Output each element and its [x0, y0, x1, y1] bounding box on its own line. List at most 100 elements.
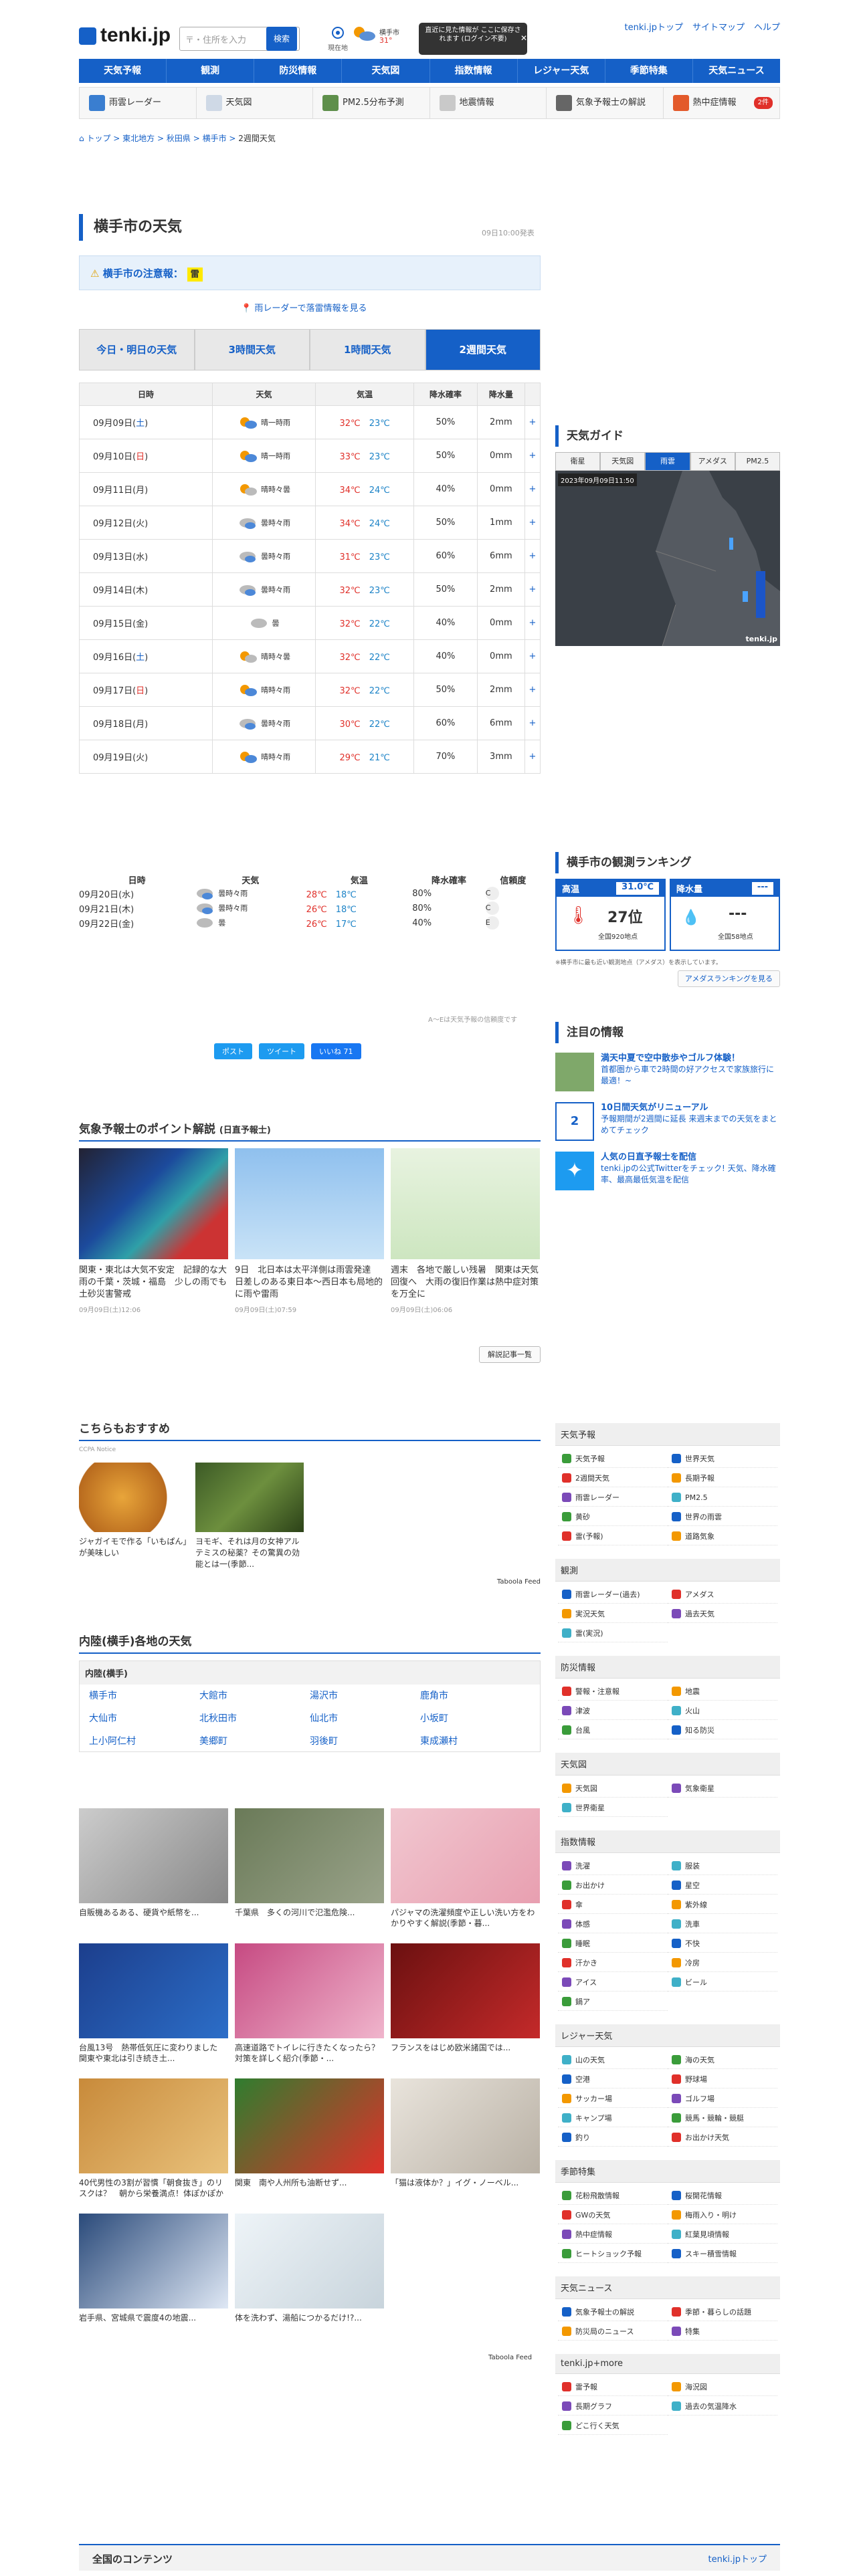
nav-index[interactable]: 指数情報 [430, 59, 518, 83]
nav-disaster[interactable]: 防災情報 [254, 59, 343, 83]
right-nav-item[interactable]: 2週間天気 [558, 1469, 668, 1487]
forecast-row[interactable]: 09月10日(日) 晴一時雨 33℃ 23℃ 50% 0mm + [79, 439, 541, 473]
right-nav-item[interactable]: 警報・注意報 [558, 1683, 668, 1701]
right-nav-item[interactable]: 冷房 [668, 1954, 777, 1972]
link-top[interactable]: tenki.jpトップ [624, 23, 682, 33]
right-nav-item[interactable]: 世界天気 [668, 1450, 777, 1468]
right-nav-item[interactable]: 桜開花情報 [668, 2187, 777, 2205]
ranking-high[interactable]: 高温 31.0℃ 🌡 27位 全国920地点 [555, 879, 666, 951]
expand-icon[interactable]: + [524, 639, 541, 673]
post-button[interactable]: ポスト [214, 1043, 252, 1059]
right-nav-item[interactable]: 地震 [668, 1683, 777, 1701]
right-nav-item[interactable]: アイス [558, 1973, 668, 1992]
expand-icon[interactable]: + [524, 506, 541, 540]
notice-item[interactable]: 2 10日間天気がリニューアル 予報期間が2週間に延長 来週末までの天気をまとめてチ… [555, 1102, 780, 1141]
right-nav-item[interactable]: 山の天気 [558, 2051, 668, 2069]
ranking-rain[interactable]: 降水量 --- 💧 --- 全国58地点 [670, 879, 780, 951]
nav-observation[interactable]: 観測 [167, 59, 255, 83]
forecast-row[interactable]: 09月17日(日) 晴時々雨 32℃ 22℃ 50% 2mm + [79, 673, 541, 707]
expand-icon[interactable]: + [524, 439, 541, 473]
forecast-row[interactable]: 09月14日(木) 曇時々雨 32℃ 23℃ 50% 2mm + [79, 572, 541, 607]
forecast-row[interactable]: 09月15日(金) 曇 32℃ 22℃ 40% 0mm + [79, 606, 541, 640]
right-nav-item[interactable]: 雷予報 [558, 2378, 668, 2396]
ccpa-notice[interactable]: CCPA Notice [79, 1446, 541, 1453]
recommend-card[interactable]: ジャガイモで作る「いもぱん」が美味しい [79, 1463, 187, 1570]
breadcrumb-yokote[interactable]: 横手市 [203, 134, 227, 143]
guide-tab-pm25[interactable]: PM2.5 [735, 452, 781, 471]
right-nav-item[interactable]: 梅雨入り・明け [668, 2206, 777, 2224]
recent-weather[interactable]: 横手市 31° [350, 24, 410, 51]
right-nav-item[interactable]: 実況天気 [558, 1605, 668, 1623]
right-nav-item[interactable]: 熱中症情報 [558, 2226, 668, 2244]
expand-icon[interactable]: + [524, 706, 541, 740]
city-link[interactable]: 上小阿仁村 [89, 1734, 199, 1747]
city-link[interactable]: 大館市 [199, 1689, 310, 1702]
forecast-row[interactable]: 09月09日(土) 晴一時雨 32℃ 23℃ 50% 2mm + [79, 405, 541, 439]
expand-icon[interactable]: + [524, 572, 541, 607]
right-nav-item[interactable]: 季節・暮らしの話題 [668, 2303, 777, 2321]
right-nav-item[interactable]: 気象予報士の解説 [558, 2303, 668, 2321]
tweet-button[interactable]: ツイート [259, 1043, 304, 1059]
forecast-row[interactable]: 09月18日(月) 曇時々雨 30℃ 22℃ 60% 6mm + [79, 706, 541, 740]
right-nav-item[interactable]: 服装 [668, 1857, 777, 1875]
right-nav-item[interactable]: サッカー場 [558, 2090, 668, 2108]
right-nav-item[interactable]: 天気図 [558, 1780, 668, 1798]
ad-card[interactable]: 体を洗わず、湯船につかるだけ!?... [235, 2214, 384, 2334]
right-nav-item[interactable]: 長期予報 [668, 1469, 777, 1487]
right-nav-item[interactable]: 雨雲レーダー [558, 1489, 668, 1507]
right-nav-item[interactable]: 不快 [668, 1935, 777, 1953]
right-nav-item[interactable]: ゴルフ場 [668, 2090, 777, 2108]
city-link[interactable]: 北秋田市 [199, 1711, 310, 1725]
right-nav-item[interactable]: 汗かき [558, 1954, 668, 1972]
nav-forecast[interactable]: 天気予報 [79, 59, 167, 83]
right-nav-item[interactable]: 花粉飛散情報 [558, 2187, 668, 2205]
subnav-earthquake[interactable]: 地震情報 [430, 88, 547, 118]
city-link[interactable]: 鹿角市 [420, 1689, 531, 1702]
notice-item[interactable]: ✦ 人気の日直予報士を配信 tenki.jpの公式Twitterをチェック! 天気、… [555, 1152, 780, 1190]
forecast-row[interactable]: 09月13日(水) 曇時々雨 31℃ 23℃ 60% 6mm + [79, 539, 541, 573]
right-nav-item[interactable]: PM2.5 [668, 1489, 777, 1507]
subnav-pm25[interactable]: PM2.5分布予測 [313, 88, 430, 118]
ad-card[interactable]: パジャマの洗濯頻度や正しい洗い方をわかりやすく解説(季節・暮... [391, 1808, 540, 1929]
link-help[interactable]: ヘルプ [754, 23, 780, 33]
warning-banner[interactable]: ⚠ 横手市の注意報：雷 [79, 255, 541, 290]
expand-icon[interactable]: + [524, 673, 541, 707]
ad-card[interactable]: 高速道路でトイレに行きたくなったら？対策を詳しく紹介(季節・... [235, 1943, 384, 2064]
right-nav-item[interactable]: 星空 [668, 1876, 777, 1895]
right-nav-item[interactable]: スキー積雪情報 [668, 2245, 777, 2263]
tab-today-tomorrow[interactable]: 今日・明日の天気 [79, 329, 195, 370]
right-nav-item[interactable]: 道路気象 [668, 1527, 777, 1545]
ad-card[interactable]: フランスをはじめ欧米諸国では... [391, 1943, 540, 2064]
subnav-radar[interactable]: 雨雲レーダー [80, 88, 197, 118]
right-nav-item[interactable]: 防災局のニュース [558, 2323, 668, 2341]
expand-icon[interactable]: + [524, 606, 541, 640]
recommend-card[interactable]: ヨモギ、それは月の女神アルテミスの秘薬？その驚異の効能とは一(季節... [195, 1463, 304, 1570]
forecast-row[interactable]: 09月16日(土) 晴時々曇 32℃ 22℃ 40% 0mm + [79, 639, 541, 673]
expand-icon[interactable]: + [524, 539, 541, 573]
forecast-row[interactable]: 09月11日(月) 晴時々曇 34℃ 24℃ 40% 0mm + [79, 472, 541, 506]
right-nav-item[interactable]: 鍋ア [558, 1993, 668, 2011]
ad-card[interactable]: 台風13号 熱帯低気圧に変わりました 関東や東北は引き続き土... [79, 1943, 228, 2064]
ad-taboola-feed[interactable]: Taboola Feed [488, 2354, 532, 2361]
more-articles-button[interactable]: 解説記事一覧 [479, 1346, 541, 1363]
right-nav-item[interactable]: お出かけ天気 [668, 2129, 777, 2147]
point-card[interactable]: 週末 各地で厳しい残暑 関東は天気回復へ 大雨の復旧作業は熱中症対策を万全に 0… [391, 1148, 540, 1314]
right-nav-item[interactable]: お出かけ [558, 1876, 668, 1895]
right-nav-item[interactable]: キャンプ場 [558, 2109, 668, 2127]
right-nav-item[interactable]: 特集 [668, 2323, 777, 2341]
right-nav-item[interactable]: 海況図 [668, 2378, 777, 2396]
subnav-chart[interactable]: 天気図 [197, 88, 313, 118]
subnav-expert[interactable]: 気象予報士の解説 [547, 88, 664, 118]
right-nav-item[interactable]: GWの天気 [558, 2206, 668, 2224]
right-nav-item[interactable]: 気象衛星 [668, 1780, 777, 1798]
right-nav-item[interactable]: どこ行く天気 [558, 2417, 668, 2435]
ad-card[interactable]: 自販機あるある、硬貨や紙幣を... [79, 1808, 228, 1929]
ad-card[interactable]: 「猫は液体か？」イグ・ノーベル... [391, 2078, 540, 2199]
forecast-row[interactable]: 09月12日(火) 曇時々雨 34℃ 24℃ 50% 1mm + [79, 506, 541, 540]
nav-news[interactable]: 天気ニュース [693, 59, 780, 83]
right-nav-item[interactable]: ヒートショック予報 [558, 2245, 668, 2263]
breadcrumb-top[interactable]: トップ [86, 134, 110, 143]
city-link[interactable]: 羽後町 [310, 1734, 420, 1747]
expand-icon[interactable]: + [524, 740, 541, 774]
point-card[interactable]: 関東・東北は大気不安定 記録的な大雨の千葉・茨城・福島 少しの雨でも土砂災害警戒… [79, 1148, 228, 1314]
